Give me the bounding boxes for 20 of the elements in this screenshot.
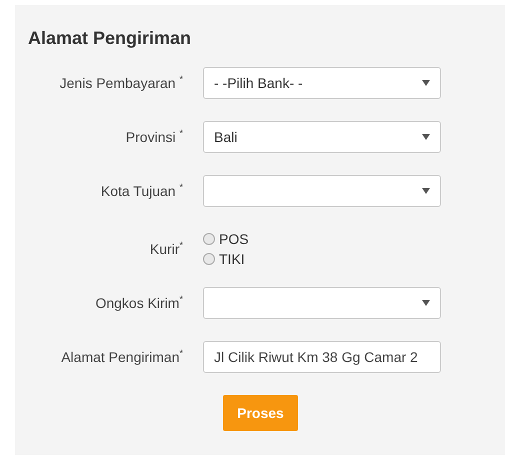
field-label: Ongkos Kirim$^{*}$ bbox=[94, 293, 184, 313]
select-field[interactable] bbox=[203, 287, 441, 319]
radio-label[interactable]: POS bbox=[219, 229, 249, 249]
field-label: Alamat Pengiriman$^{*}$ bbox=[60, 347, 184, 367]
caret-icon bbox=[422, 134, 430, 140]
select-field[interactable] bbox=[203, 175, 441, 207]
radio-button[interactable] bbox=[203, 233, 215, 245]
field-label: Kurir$^{*}$ bbox=[148, 239, 184, 258]
form-title: Alamat Pengiriman bbox=[28, 27, 192, 49]
caret-icon bbox=[422, 300, 430, 306]
input-field[interactable]: Jl Cilik Riwut Km 38 Gg Camar 2 bbox=[203, 341, 441, 373]
radio-label[interactable]: TIKI bbox=[219, 249, 245, 269]
select-field[interactable]: - -Pilih Bank- - bbox=[203, 67, 441, 99]
radio-button[interactable] bbox=[203, 253, 215, 265]
field-label: Kota Tujuan $^{*}$ bbox=[100, 181, 184, 201]
select-field[interactable]: Bali bbox=[203, 121, 441, 153]
field-label: Jenis Pembayaran $^{*}$ bbox=[58, 73, 184, 93]
caret-icon bbox=[422, 188, 430, 194]
caret-icon bbox=[422, 80, 430, 86]
field-label: Provinsi $^{*}$ bbox=[124, 127, 184, 146]
